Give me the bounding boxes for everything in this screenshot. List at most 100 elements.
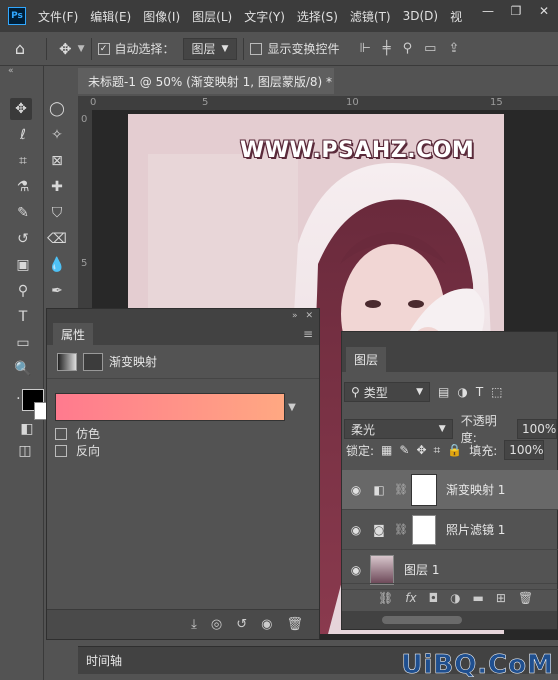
eyedropper-tool-icon[interactable]: ⚗ bbox=[12, 176, 34, 198]
menu-edit[interactable]: 编辑(E) bbox=[90, 8, 131, 25]
magic-wand-tool-icon[interactable]: ✧ bbox=[46, 124, 68, 146]
shape-filter-icon[interactable]: ⬚ bbox=[491, 385, 502, 399]
delete-icon[interactable]: 🗑 bbox=[518, 591, 533, 605]
fill-field[interactable]: 100% bbox=[504, 440, 545, 460]
lock-position-icon[interactable]: ✥ bbox=[416, 443, 426, 457]
healing-brush-tool-icon[interactable]: ✚ bbox=[46, 176, 68, 198]
auto-select-target-dropdown[interactable]: 图层 ▼ bbox=[182, 37, 238, 60]
panel-header: » ✕ bbox=[47, 309, 319, 323]
new-group-icon[interactable]: ▬ bbox=[473, 591, 484, 605]
brush-tool-icon[interactable]: ✎ bbox=[12, 202, 34, 224]
reverse-checkbox[interactable] bbox=[55, 444, 67, 457]
move-tool-icon[interactable]: ✥ bbox=[59, 40, 72, 58]
dodge-tool-icon[interactable]: ⚲ bbox=[12, 280, 34, 302]
chevron-down-icon[interactable]: ▼ bbox=[285, 393, 299, 421]
visibility-eye-icon[interactable]: ◉ bbox=[261, 617, 272, 632]
clip-to-layer-icon[interactable]: ⤓ bbox=[191, 617, 197, 632]
link-icon[interactable]: ⛓ bbox=[394, 523, 408, 536]
layer-mask-thumbnail[interactable] bbox=[410, 473, 437, 506]
tools-panel: « ✥ ◯ ℓ ✧ ⌗ ⊠ ⚗ ✚ ✎ ⛉ ↺ ⌫ ▣ 💧 ⚲ ✒ T ➤ ▭ … bbox=[0, 66, 67, 680]
zoom-tool-icon[interactable]: 🔍 bbox=[12, 358, 34, 380]
gradient-tool-icon[interactable]: ▣ bbox=[12, 254, 34, 276]
horizontal-scrollbar[interactable] bbox=[342, 611, 557, 629]
panel-menu-icon[interactable]: ≡ bbox=[303, 327, 313, 341]
crop-tool-icon[interactable]: ⌗ bbox=[12, 150, 34, 172]
show-transform-checkbox[interactable] bbox=[250, 42, 263, 55]
menu-view[interactable]: 视 bbox=[450, 8, 462, 25]
visibility-eye-icon[interactable]: ◉ bbox=[342, 563, 370, 577]
opacity-field[interactable]: 100% bbox=[517, 419, 557, 439]
quick-mask-icon[interactable]: ◫ bbox=[14, 440, 36, 462]
gradient-map-icon[interactable] bbox=[57, 352, 77, 371]
new-layer-icon[interactable]: ⊞ bbox=[496, 591, 506, 605]
type-filter-icon[interactable]: T bbox=[476, 385, 483, 399]
dither-option[interactable]: 仿色 bbox=[55, 425, 100, 442]
tab-properties[interactable]: 属性 bbox=[53, 322, 94, 346]
reset-icon[interactable]: ↺ bbox=[236, 617, 247, 632]
history-brush-tool-icon[interactable]: ↺ bbox=[12, 228, 34, 250]
collapse-icon[interactable]: « bbox=[0, 66, 43, 80]
pixel-filter-icon[interactable]: ▤ bbox=[438, 385, 449, 399]
menu-3d[interactable]: 3D(D) bbox=[403, 9, 438, 23]
lasso-tool-icon[interactable]: ℓ bbox=[12, 124, 34, 146]
menu-layer[interactable]: 图层(L) bbox=[192, 8, 232, 25]
layer-mask-thumbnail[interactable] bbox=[411, 514, 436, 545]
auto-select-label: 自动选择： bbox=[114, 42, 175, 56]
move-tool-icon[interactable]: ✥ bbox=[10, 98, 32, 120]
lock-all-icon[interactable]: 🔒 bbox=[447, 443, 462, 457]
default-colors-icon[interactable]: ◧ bbox=[16, 418, 38, 440]
menu-select[interactable]: 选择(S) bbox=[297, 8, 338, 25]
workspace-icon[interactable]: ▭ bbox=[424, 41, 436, 56]
adjustment-layer-icon[interactable]: ◑ bbox=[450, 591, 460, 605]
stamp-tool-icon[interactable]: ⛉ bbox=[46, 202, 68, 224]
blur-tool-icon[interactable]: 💧 bbox=[46, 254, 68, 276]
lock-pixels-icon[interactable]: ✎ bbox=[399, 443, 409, 457]
eraser-tool-icon[interactable]: ⌫ bbox=[46, 228, 68, 250]
layer-row-gradient-map[interactable]: ◉ ◧ ⛓ 渐变映射 1 bbox=[342, 470, 558, 510]
link-icon[interactable]: ⛓ bbox=[394, 483, 408, 496]
marquee-tool-icon[interactable]: ◯ bbox=[46, 98, 68, 120]
tab-layers[interactable]: 图层 bbox=[346, 347, 387, 372]
link-layers-icon[interactable]: ⛓ bbox=[378, 591, 393, 605]
dither-checkbox[interactable] bbox=[55, 427, 67, 440]
reverse-option[interactable]: 反向 bbox=[55, 442, 100, 459]
auto-select-checkbox[interactable]: ✓ bbox=[97, 42, 110, 55]
lock-transparency-icon[interactable]: ▦ bbox=[381, 443, 392, 457]
rectangle-tool-icon[interactable]: ▭ bbox=[12, 332, 34, 354]
fx-icon[interactable]: fx bbox=[405, 591, 416, 605]
collapse-icon[interactable]: » bbox=[292, 311, 298, 321]
add-mask-icon[interactable]: ◘ bbox=[429, 591, 439, 605]
frame-tool-icon[interactable]: ⊠ bbox=[46, 150, 68, 172]
visibility-eye-icon[interactable]: ◉ bbox=[342, 483, 370, 497]
adjustment-filter-icon[interactable]: ◑ bbox=[457, 385, 467, 399]
share-icon[interactable]: ⇪ bbox=[448, 41, 459, 56]
blend-mode-dropdown[interactable]: 柔光 ▼ bbox=[344, 419, 453, 439]
align-left-icon[interactable]: ⊩ bbox=[359, 41, 370, 56]
close-button[interactable]: ✕ bbox=[530, 0, 558, 22]
mask-icon[interactable] bbox=[83, 352, 103, 371]
pen-tool-icon[interactable]: ✒ bbox=[46, 280, 68, 302]
menu-file[interactable]: 文件(F) bbox=[38, 8, 78, 25]
layer-row-photo-filter[interactable]: ◉ ◙ ⛓ 照片滤镜 1 bbox=[342, 510, 558, 550]
document-tab[interactable]: 未标题-1 @ 50% (渐变映射 1, 图层蒙版/8) * bbox=[78, 68, 334, 94]
visibility-eye-icon[interactable]: ◉ bbox=[342, 523, 370, 537]
minimize-button[interactable]: — bbox=[474, 0, 502, 22]
view-previous-icon[interactable]: ◎ bbox=[211, 617, 222, 632]
search-icon[interactable]: ⚲ bbox=[403, 41, 413, 56]
layer-kind-filter[interactable]: ⚲ 类型 ▼ bbox=[344, 382, 430, 402]
menu-type[interactable]: 文字(Y) bbox=[244, 8, 285, 25]
scrollbar-thumb[interactable] bbox=[382, 616, 462, 624]
tab-timeline[interactable]: 时间轴 bbox=[86, 652, 122, 669]
type-tool-icon[interactable]: T bbox=[12, 306, 34, 328]
close-icon[interactable]: ✕ bbox=[305, 311, 313, 321]
lock-artboard-icon[interactable]: ⌗ bbox=[434, 443, 441, 458]
align-center-icon[interactable]: ╪ bbox=[383, 41, 391, 56]
horizontal-ruler: 0 5 10 15 bbox=[78, 96, 558, 110]
restore-button[interactable]: ❐ bbox=[502, 0, 530, 22]
home-icon[interactable]: ⌂ bbox=[0, 39, 40, 58]
gradient-preview[interactable] bbox=[55, 393, 285, 421]
chevron-down-icon[interactable]: ▼ bbox=[78, 44, 85, 54]
menu-filter[interactable]: 滤镜(T) bbox=[350, 8, 391, 25]
menu-image[interactable]: 图像(I) bbox=[143, 8, 180, 25]
delete-icon[interactable]: 🗑 bbox=[286, 617, 303, 632]
